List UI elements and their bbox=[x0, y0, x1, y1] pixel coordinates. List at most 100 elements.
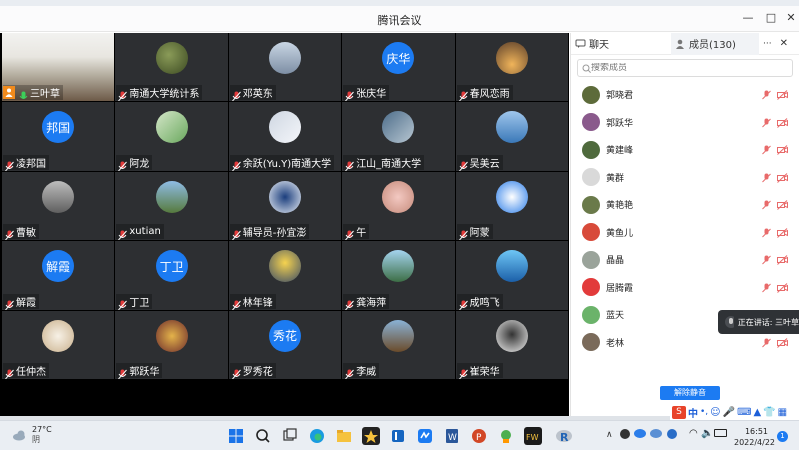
edge-icon[interactable] bbox=[308, 427, 326, 445]
shirt-icon[interactable]: 👕 bbox=[763, 407, 775, 418]
participant-tile[interactable]: 龚海萍 bbox=[342, 241, 455, 310]
keyboard-icon[interactable]: ⌨ bbox=[737, 407, 751, 418]
powerpoint-icon[interactable]: P bbox=[470, 427, 488, 445]
participant-tile[interactable]: 李威 bbox=[342, 310, 455, 379]
member-row[interactable]: 郭晓君 bbox=[571, 81, 799, 109]
participant-name: 林年锋 bbox=[242, 297, 273, 309]
participant-tile[interactable]: 成鸣飞 bbox=[455, 241, 568, 310]
participant-tile[interactable]: 庆华 张庆华 bbox=[342, 33, 455, 102]
emoji-icon[interactable]: ☺ bbox=[710, 407, 720, 418]
app-icon-1[interactable] bbox=[389, 427, 407, 445]
participant-tile[interactable]: 吴美云 bbox=[455, 102, 568, 171]
search-input[interactable] bbox=[591, 63, 771, 73]
participant-tile[interactable]: 辅导员-孙宜澎 bbox=[228, 171, 342, 241]
participant-tile[interactable]: 余跃(Yu.Y)南通大学 bbox=[228, 102, 342, 171]
more-button[interactable]: ··· bbox=[759, 33, 776, 55]
notification-badge[interactable]: 1 bbox=[777, 431, 788, 442]
search-taskbar-icon[interactable] bbox=[254, 427, 272, 445]
tray-app-icon-1[interactable] bbox=[620, 429, 630, 439]
temperature: 27°C bbox=[32, 425, 52, 434]
unmute-all-button[interactable]: 解除静音 bbox=[660, 386, 720, 400]
wifi-icon[interactable]: ◠ bbox=[689, 428, 698, 439]
close-panel-button[interactable]: ✕ bbox=[776, 33, 792, 55]
participant-tile[interactable]: 邓英东 bbox=[228, 33, 342, 102]
mic-muted-icon bbox=[762, 228, 771, 237]
tray-app-icon-2[interactable] bbox=[667, 429, 677, 439]
participant-grid: 三叶草 南通大学统计系 邓英东 庆华 张庆华 春风恋雨邦国 凌邦国 阿龙 余跃(Yu.Y)南通大… bbox=[2, 33, 568, 379]
clock[interactable]: 16:51 2022/4/22 bbox=[734, 426, 776, 448]
close-button[interactable]: ✕ bbox=[783, 10, 799, 26]
participant-tile[interactable]: 春风恋雨 bbox=[455, 33, 568, 102]
tab-chat[interactable]: 聊天 bbox=[571, 33, 671, 55]
participant-tile[interactable]: 江山_南通大学 bbox=[342, 102, 455, 171]
onedrive-icon[interactable] bbox=[634, 429, 646, 438]
tab-members[interactable]: 成员(130) bbox=[671, 32, 759, 55]
participant-tile[interactable]: 午 bbox=[342, 171, 455, 241]
participant-tile[interactable]: 解霞 解霞 bbox=[2, 241, 115, 310]
tray-chevron-icon[interactable]: ∧ bbox=[606, 430, 613, 440]
participant-tile[interactable]: 林年锋 bbox=[228, 241, 342, 310]
mic-icon[interactable]: 🎤 bbox=[723, 407, 735, 418]
participant-label: 邓英东 bbox=[229, 85, 276, 102]
clock-date: 2022/4/22 bbox=[734, 438, 776, 447]
participant-name: 凌邦国 bbox=[16, 158, 46, 170]
r-language-icon[interactable]: R bbox=[555, 427, 573, 445]
participant-tile[interactable]: 任仲杰 bbox=[2, 310, 115, 379]
member-row[interactable]: 郭跃华 bbox=[571, 109, 799, 137]
mic-muted-icon bbox=[231, 296, 241, 310]
app-icon-3[interactable]: FW bbox=[524, 427, 542, 445]
mic-muted-icon bbox=[118, 157, 128, 171]
participant-label: 江山_南通大学 bbox=[343, 154, 425, 171]
app-icon-2[interactable] bbox=[497, 427, 515, 445]
chat-icon bbox=[575, 39, 586, 48]
member-row[interactable]: 黄建峰 bbox=[571, 136, 799, 164]
task-view-icon[interactable] bbox=[281, 427, 299, 445]
ime-lang-label[interactable]: 中 bbox=[688, 405, 698, 420]
participant-tile[interactable]: 三叶草 bbox=[2, 33, 115, 102]
member-row[interactable]: 黄群 bbox=[571, 164, 799, 192]
member-row[interactable]: 黄艳艳 bbox=[571, 191, 799, 219]
camera-off-icon bbox=[777, 200, 788, 210]
participant-avatar bbox=[495, 111, 528, 144]
participant-label: 郭跃华 bbox=[116, 363, 163, 379]
participant-tile[interactable]: 曹敏 bbox=[2, 171, 115, 241]
participant-tile[interactable]: 丁卫 丁卫 bbox=[115, 241, 228, 310]
toolbox-icon[interactable]: ▦ bbox=[778, 407, 787, 418]
cloud-icon bbox=[13, 430, 25, 441]
participant-label: 龚海萍 bbox=[343, 293, 390, 310]
minimize-button[interactable]: — bbox=[740, 10, 756, 26]
participant-tile[interactable]: 郭跃华 bbox=[115, 310, 228, 379]
participant-tile[interactable]: 阿蒙 bbox=[455, 171, 568, 241]
sogou-icon[interactable]: S bbox=[672, 405, 686, 419]
tencent-meeting-icon[interactable] bbox=[416, 427, 434, 445]
participant-tile[interactable]: xutian bbox=[115, 171, 228, 241]
member-row[interactable]: 黄鱼儿 bbox=[571, 219, 799, 247]
punctuation-icon[interactable]: •, bbox=[700, 407, 708, 417]
volume-icon[interactable]: 🔈 bbox=[701, 428, 713, 439]
participant-avatar bbox=[268, 180, 301, 213]
tray-cloud-icon[interactable] bbox=[650, 429, 662, 438]
participant-tile[interactable]: 邦国 凌邦国 bbox=[2, 102, 115, 171]
word-icon[interactable]: W bbox=[443, 427, 461, 445]
file-explorer-icon[interactable] bbox=[335, 427, 353, 445]
skin-icon[interactable]: ▲ bbox=[754, 407, 762, 418]
participant-tile[interactable]: 秀花 罗秀花 bbox=[228, 310, 342, 379]
member-status-icons bbox=[762, 90, 788, 100]
member-row[interactable]: 居腾霞 bbox=[571, 274, 799, 302]
member-search[interactable] bbox=[577, 59, 793, 77]
battery-icon[interactable] bbox=[714, 429, 727, 437]
maximize-button[interactable]: □ bbox=[763, 10, 779, 26]
member-avatar bbox=[582, 278, 600, 297]
member-row[interactable]: 晶晶 bbox=[571, 246, 799, 274]
mic-muted-icon bbox=[231, 157, 241, 171]
member-name: 居腾霞 bbox=[606, 283, 634, 294]
participant-tile[interactable]: 崔荣华 bbox=[455, 310, 568, 379]
participant-tile[interactable]: 阿龙 bbox=[115, 102, 228, 171]
participant-name: xutian bbox=[129, 226, 161, 238]
mic-muted-icon bbox=[458, 296, 468, 310]
mic-muted-icon bbox=[762, 255, 771, 265]
weather-widget[interactable]: 27°C 阴 bbox=[12, 425, 52, 445]
participant-tile[interactable]: 南通大学统计系 bbox=[115, 33, 228, 102]
media-player-icon[interactable] bbox=[362, 427, 380, 445]
start-icon[interactable] bbox=[227, 427, 245, 445]
